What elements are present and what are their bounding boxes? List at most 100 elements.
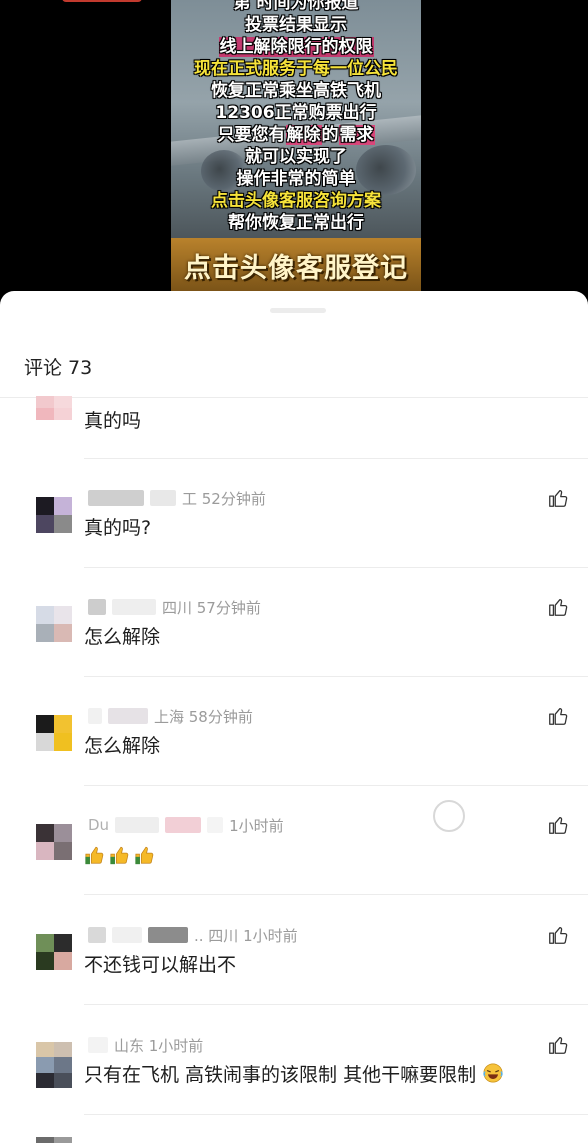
blurred-username [108, 708, 148, 724]
comment-meta: 工 52分钟前 [88, 487, 266, 509]
avatar-pixel [36, 606, 54, 624]
avatar[interactable] [36, 1042, 72, 1088]
avatar-pixel [36, 715, 54, 733]
video-player[interactable]: 第 时间为你报道 投票结果显示 线上解除限行的权限 现在正式服务于每一位公民 恢… [0, 0, 588, 300]
comment-text: 只有在飞机 高铁闹事的该限制 其他干嘛要限制 [84, 1060, 507, 1087]
comment-meta: 四川 57分钟前 [88, 596, 261, 618]
avatar-pixel [54, 606, 72, 624]
video-cta-banner[interactable]: 点击头像客服登记 [171, 238, 421, 292]
avatar[interactable] [36, 497, 72, 533]
comment-divider [84, 1004, 588, 1005]
loading-spinner-icon [433, 800, 465, 832]
avatar-pixel [36, 624, 54, 642]
comment-divider [84, 567, 588, 568]
video-corner-tag [62, 0, 142, 2]
avatar-pixel [54, 1057, 72, 1073]
avatar-pixel [36, 824, 54, 842]
avatar-pixel [54, 1042, 72, 1058]
caption-highlight: 解除 [285, 125, 322, 145]
blurred-username [150, 490, 176, 506]
thumbs-up-emoji [135, 846, 154, 865]
comments-count-title: 评论 73 [24, 357, 93, 379]
comment-divider [84, 676, 588, 677]
avatar-pixel [36, 733, 54, 751]
thumbs-up-icon[interactable] [547, 596, 569, 618]
thumbs-up-icon[interactable] [547, 814, 569, 836]
comment-text [84, 844, 159, 868]
sheet-drag-handle[interactable] [270, 308, 326, 313]
thumbs-up-icon[interactable] [547, 487, 569, 509]
comment-location-time: 四川 57分钟前 [162, 598, 261, 617]
comment-divider [84, 1114, 588, 1115]
comments-sheet[interactable]: 评论 73 真的吗 工 52分钟前 真的吗? 四川 57分钟前 怎么解除 上海 … [0, 291, 588, 1143]
avatar-pixel [36, 952, 54, 970]
caption-line: 投票结果显示 [245, 15, 347, 35]
avatar-pixel [36, 396, 54, 408]
caption-line: 恢复正常乘坐高铁飞机 [211, 81, 381, 101]
caption-line: 点击头像客服咨询方案 [211, 191, 381, 211]
comment-text: 怎么解除 [84, 735, 161, 757]
avatar[interactable] [36, 396, 72, 420]
caption-line: 就可以实现了 [245, 147, 347, 167]
comment-text: 不还钱可以解出不 [84, 954, 237, 976]
thumbs-up-emoji [85, 846, 104, 865]
blurred-username [112, 927, 142, 943]
laughing-emoji [483, 1063, 503, 1083]
avatar-pixel [54, 396, 72, 408]
avatar-pixel [54, 824, 72, 842]
caption-highlight: 线上解除限行的权限 [218, 37, 374, 57]
comment-meta: Du 1小时前 [88, 814, 284, 836]
caption-line: 第 时间为你报道 [233, 0, 359, 13]
avatar-pixel [36, 497, 54, 515]
video-cta-text: 点击头像客服登记 [184, 252, 408, 284]
blurred-username [207, 817, 224, 833]
comment-text: 真的吗? [84, 517, 152, 539]
caption-line: 现在正式服务于每一位公民 [194, 59, 398, 79]
comment-text: 怎么解除 [84, 626, 161, 648]
thumbs-up-icon[interactable] [547, 1034, 569, 1056]
avatar-pixel [36, 515, 54, 533]
caption-line: 12306正常购票出行 [215, 103, 377, 123]
comment-meta: .. 四川 1小时前 [88, 924, 298, 946]
caption-line: 帮你恢复正常出行 [228, 213, 364, 233]
avatar-pixel [54, 624, 72, 642]
caption-line: 操作非常的简单 [236, 169, 356, 189]
comment-username: Du [88, 816, 110, 834]
avatar[interactable] [36, 715, 72, 751]
comment-meta: 山东 1小时前 [88, 1034, 203, 1056]
blurred-username [112, 599, 156, 615]
blurred-username [115, 817, 160, 833]
comment-meta: 上海 58分钟前 [88, 705, 253, 727]
avatar[interactable] [36, 824, 72, 860]
blurred-username [88, 599, 106, 615]
blurred-username [88, 927, 106, 943]
avatar[interactable] [36, 1137, 72, 1143]
avatar[interactable] [36, 606, 72, 642]
avatar-pixel [36, 1042, 54, 1058]
blurred-username [148, 927, 188, 943]
comment-text-content: 只有在飞机 高铁闹事的该限制 其他干嘛要限制 [84, 1064, 477, 1086]
avatar-pixel [54, 934, 72, 952]
thumbs-up-icon[interactable] [547, 924, 569, 946]
thumbs-up-emoji [110, 846, 129, 865]
avatar-pixel [54, 408, 72, 420]
avatar-pixel [54, 1072, 72, 1088]
caption-segment: 只要您有 [217, 125, 286, 145]
comment-location-time: .. 四川 1小时前 [194, 926, 298, 945]
avatar-pixel [54, 952, 72, 970]
blurred-username [165, 817, 202, 833]
avatar-pixel [36, 408, 54, 420]
blurred-username [88, 490, 144, 506]
video-caption-overlay: 第 时间为你报道 投票结果显示 线上解除限行的权限 现在正式服务于每一位公民 恢… [171, 0, 421, 234]
avatar-pixel [54, 497, 72, 515]
caption-segment: 的 [321, 125, 339, 145]
comment-divider [84, 785, 588, 786]
avatar[interactable] [36, 934, 72, 970]
thumbs-up-icon[interactable] [547, 705, 569, 727]
blurred-username [88, 1037, 108, 1053]
avatar-pixel [36, 934, 54, 952]
avatar-pixel [54, 715, 72, 733]
avatar-pixel [54, 515, 72, 533]
avatar-pixel [36, 1072, 54, 1088]
comment-location-time: 工 52分钟前 [182, 489, 266, 508]
